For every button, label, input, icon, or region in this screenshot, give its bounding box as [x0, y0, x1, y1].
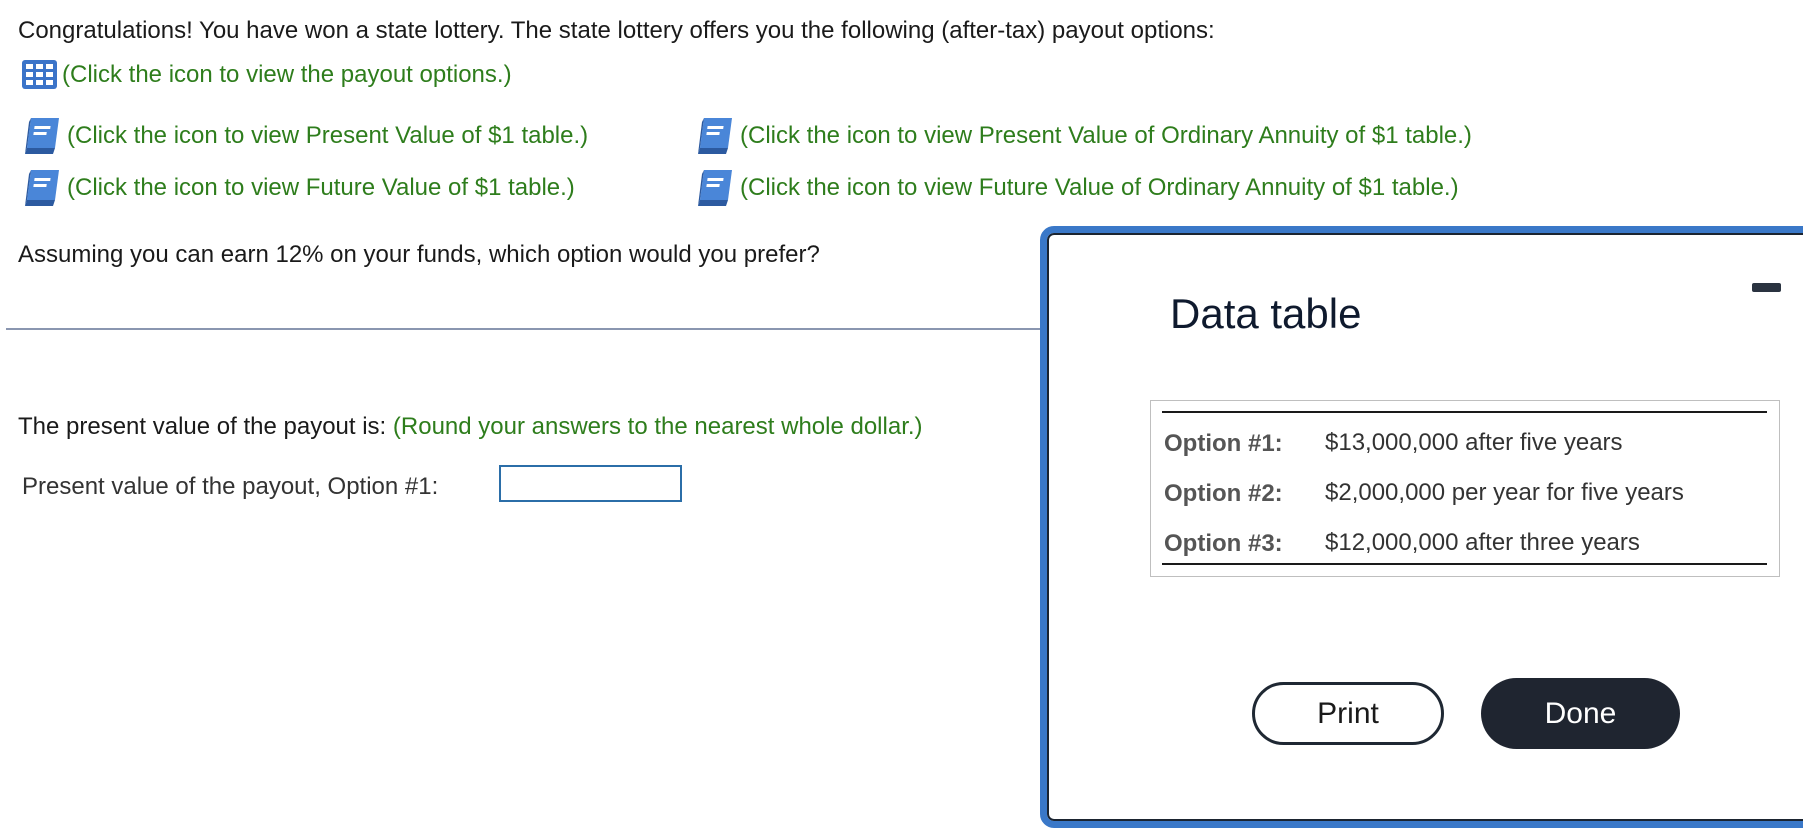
fv-annuity-table-label[interactable]: (Click the icon to view Future Value of …: [740, 174, 1459, 202]
fv-table-label[interactable]: (Click the icon to view Future Value of …: [67, 174, 575, 202]
pv-annuity-table-label[interactable]: (Click the icon to view Present Value of…: [740, 122, 1472, 150]
pv-table-label[interactable]: (Click the icon to view Present Value of…: [67, 122, 588, 150]
book-icon[interactable]: [694, 168, 736, 208]
table-bottom-rule: [1162, 563, 1767, 565]
divider: [6, 328, 1046, 330]
payout-options-label[interactable]: (Click the icon to view the payout optio…: [62, 61, 512, 89]
print-button[interactable]: Print: [1252, 682, 1444, 745]
fv-annuity-table-link[interactable]: (Click the icon to view Future Value of …: [694, 168, 1459, 208]
option-1-value: $13,000,000 after five years: [1325, 429, 1623, 456]
book-icon[interactable]: [21, 168, 63, 208]
present-value-prompt-text: The present value of the payout is:: [18, 413, 387, 440]
present-value-prompt: The present value of the payout is: (Rou…: [18, 413, 923, 441]
option-2-label: Option #2:: [1164, 480, 1283, 507]
dialog-title: Data table: [1170, 290, 1362, 337]
payout-options-link[interactable]: (Click the icon to view the payout optio…: [21, 59, 512, 90]
intro-text: Congratulations! You have won a state lo…: [18, 17, 1215, 44]
option-3-label: Option #3:: [1164, 530, 1283, 557]
book-icon[interactable]: [21, 116, 63, 156]
question-text: Assuming you can earn 12% on your funds,…: [18, 241, 820, 268]
table-top-rule: [1162, 411, 1767, 413]
rounding-hint: (Round your answers to the nearest whole…: [392, 413, 923, 440]
book-icon[interactable]: [694, 116, 736, 156]
pv-annuity-table-link[interactable]: (Click the icon to view Present Value of…: [694, 116, 1472, 156]
minimize-icon[interactable]: [1752, 283, 1781, 292]
option-1-label: Option #1:: [1164, 430, 1283, 457]
fv-table-link[interactable]: (Click the icon to view Future Value of …: [21, 168, 575, 208]
option-2-value: $2,000,000 per year for five years: [1325, 479, 1684, 506]
grid-table-icon[interactable]: [21, 59, 58, 90]
option1-pv-label: Present value of the payout, Option #1:: [22, 473, 439, 500]
done-button[interactable]: Done: [1481, 678, 1680, 749]
option-3-value: $12,000,000 after three years: [1325, 529, 1640, 556]
option1-pv-input[interactable]: [499, 465, 682, 502]
pv-table-link[interactable]: (Click the icon to view Present Value of…: [21, 116, 588, 156]
